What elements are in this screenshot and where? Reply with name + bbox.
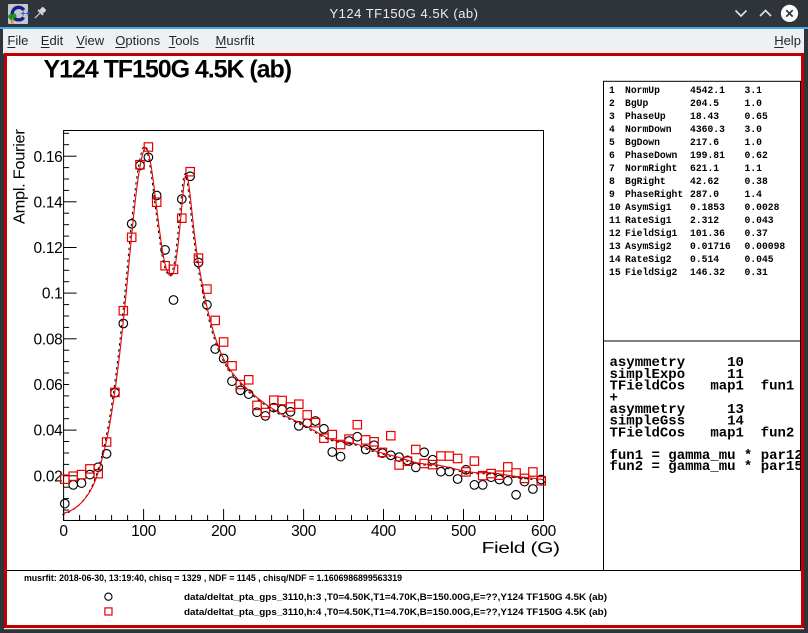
svg-text:0.37: 0.37 [745, 228, 768, 239]
svg-text:5: 5 [609, 137, 615, 148]
svg-text:0.514: 0.514 [690, 254, 719, 265]
svg-text:3.0: 3.0 [745, 124, 763, 135]
svg-text:217.6: 217.6 [690, 137, 719, 148]
svg-text:4542.1: 4542.1 [690, 85, 725, 96]
svg-text:1.1: 1.1 [745, 163, 763, 174]
svg-text:18.43: 18.43 [690, 111, 719, 122]
svg-text:NormUp: NormUp [625, 85, 660, 96]
svg-text:FieldSig2: FieldSig2 [625, 267, 678, 278]
svg-text:BgDown: BgDown [625, 137, 660, 148]
svg-text:0.00098: 0.00098 [745, 241, 786, 252]
svg-text:NormDown: NormDown [625, 124, 672, 135]
svg-text:8: 8 [609, 176, 615, 187]
svg-text:0.1: 0.1 [42, 286, 63, 303]
svg-text:13: 13 [609, 241, 621, 252]
svg-text:7: 7 [609, 163, 615, 174]
svg-text:0.045: 0.045 [745, 254, 774, 265]
svg-text:0.62: 0.62 [745, 150, 768, 161]
svg-text:146.32: 146.32 [690, 267, 725, 278]
svg-text:0.16: 0.16 [34, 149, 63, 166]
svg-text:11: 11 [609, 215, 621, 226]
svg-text:AsymSig2: AsymSig2 [625, 241, 672, 252]
svg-text:++: ++ [21, 8, 31, 18]
svg-text:400: 400 [371, 523, 397, 540]
svg-text:Ampl. Fourier: Ampl. Fourier [12, 129, 29, 224]
svg-text:600: 600 [531, 523, 557, 540]
svg-text:10: 10 [609, 202, 621, 213]
svg-text:3.1: 3.1 [745, 85, 763, 96]
svg-text:TFieldCos map1 fun1: TFieldCos map1 fun1 [610, 379, 795, 395]
svg-text:200: 200 [211, 523, 237, 540]
svg-text:621.1: 621.1 [690, 163, 719, 174]
svg-text:1: 1 [609, 85, 615, 96]
svg-text:NormRight: NormRight [625, 163, 677, 174]
svg-text:BgRight: BgRight [625, 176, 666, 187]
svg-text:1.0: 1.0 [745, 98, 763, 109]
svg-text:Field (G): Field (G) [482, 540, 560, 557]
svg-text:15: 15 [609, 267, 621, 278]
svg-text:TFieldCos map1 fun2: TFieldCos map1 fun2 [610, 425, 795, 441]
svg-text:0.12: 0.12 [34, 240, 63, 257]
svg-text:0.0028: 0.0028 [745, 202, 780, 213]
svg-text:0.14: 0.14 [34, 194, 64, 211]
svg-text:0.08: 0.08 [34, 331, 63, 348]
svg-text:RateSig1: RateSig1 [625, 215, 672, 226]
svg-text:3: 3 [609, 111, 615, 122]
svg-text:0.1853: 0.1853 [690, 202, 725, 213]
svg-text:4360.3: 4360.3 [690, 124, 725, 135]
svg-text:musrfit: 2018-06-30, 13:19:40,: musrfit: 2018-06-30, 13:19:40, chisq = 1… [24, 573, 402, 583]
svg-text:204.5: 204.5 [690, 98, 719, 109]
svg-text:RateSig2: RateSig2 [625, 254, 672, 265]
svg-text:199.81: 199.81 [690, 150, 725, 161]
svg-text:101.36: 101.36 [690, 228, 725, 239]
svg-text:0.06: 0.06 [34, 377, 63, 394]
svg-text:1.0: 1.0 [745, 137, 763, 148]
svg-text:100: 100 [131, 523, 157, 540]
svg-text:0.31: 0.31 [745, 267, 768, 278]
svg-text:PhaseUp: PhaseUp [625, 111, 666, 122]
svg-text:0.01716: 0.01716 [690, 241, 731, 252]
svg-text:AsymSig1: AsymSig1 [625, 202, 672, 213]
svg-text:data/deltat_pta_gps_3110,h:4 ,: data/deltat_pta_gps_3110,h:4 ,T0=4.50K,T… [184, 607, 607, 617]
svg-text:287.0: 287.0 [690, 189, 719, 200]
svg-text:PhaseDown: PhaseDown [625, 150, 678, 161]
svg-text:PhaseRight: PhaseRight [625, 189, 683, 200]
svg-text:500: 500 [451, 523, 477, 540]
svg-text:Y124 TF150G 4.5K (ab): Y124 TF150G 4.5K (ab) [44, 56, 292, 84]
svg-text:4: 4 [609, 124, 615, 135]
svg-text:42.62: 42.62 [690, 176, 719, 187]
svg-text:0: 0 [59, 523, 68, 540]
svg-text:0.65: 0.65 [745, 111, 768, 122]
svg-text:data/deltat_pta_gps_3110,h:3 ,: data/deltat_pta_gps_3110,h:3 ,T0=4.50K,T… [184, 592, 607, 602]
svg-text:0.04: 0.04 [34, 423, 64, 440]
svg-text:BgUp: BgUp [625, 98, 648, 109]
svg-text:0.38: 0.38 [745, 176, 768, 187]
svg-text:300: 300 [291, 523, 317, 540]
svg-text:14: 14 [609, 254, 621, 265]
svg-text:1.4: 1.4 [745, 189, 763, 200]
svg-text:2: 2 [609, 98, 615, 109]
svg-text:2.312: 2.312 [690, 215, 719, 226]
svg-text:6: 6 [609, 150, 615, 161]
svg-text:9: 9 [609, 189, 615, 200]
svg-text:0.02: 0.02 [34, 468, 63, 485]
svg-text:12: 12 [609, 228, 621, 239]
svg-text:FieldSig1: FieldSig1 [625, 228, 678, 239]
svg-text:0.043: 0.043 [745, 215, 774, 226]
svg-text:fun2 = gamma_mu * par15: fun2 = gamma_mu * par15 [610, 459, 803, 475]
